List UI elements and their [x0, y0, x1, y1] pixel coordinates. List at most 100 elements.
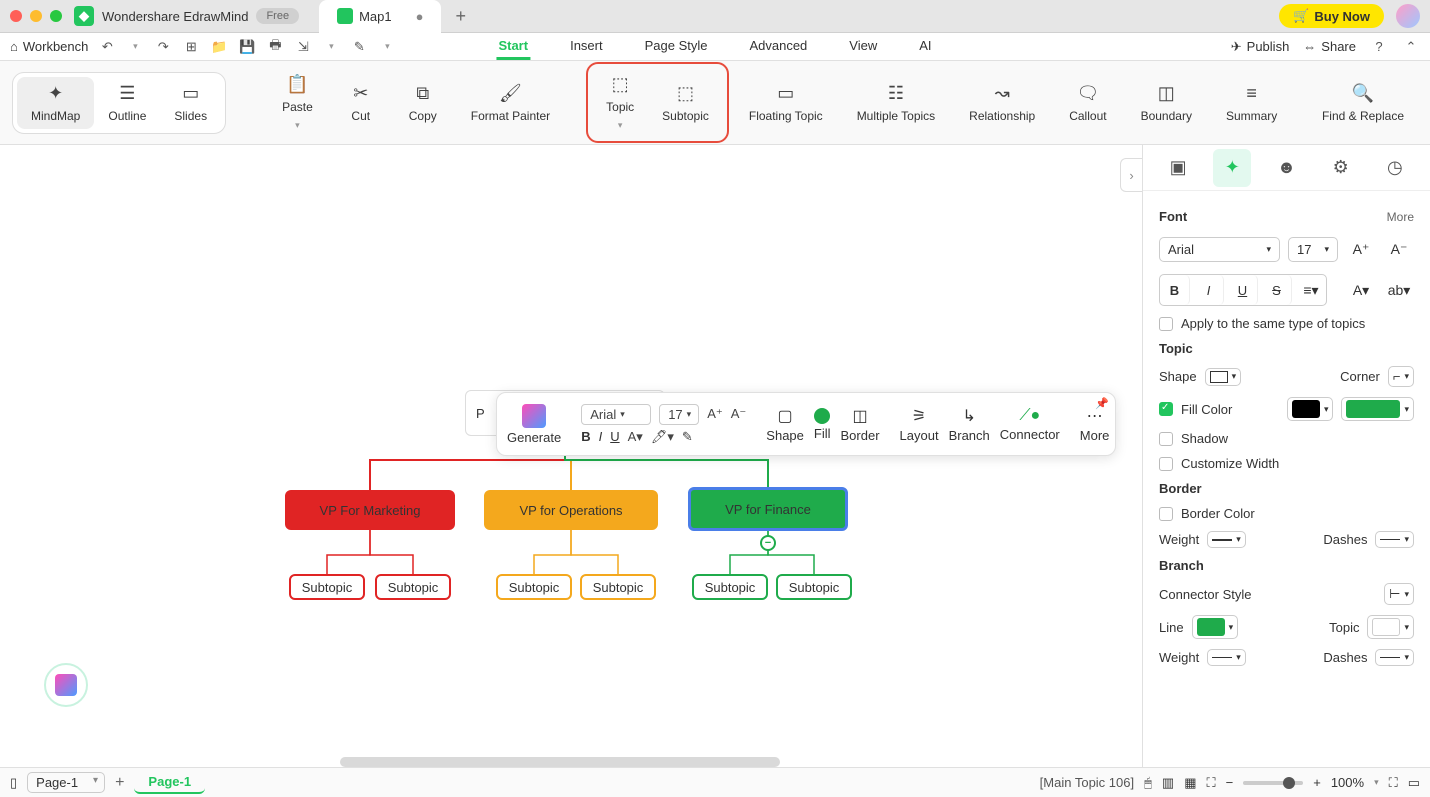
more-arrow-icon[interactable]: ▾ [378, 38, 396, 56]
apply-checkbox[interactable] [1159, 317, 1173, 331]
size-select[interactable]: 17▾ [659, 404, 699, 425]
add-page-button[interactable]: + [115, 774, 124, 792]
case-button[interactable]: ab▾ [1384, 275, 1414, 305]
panel-tab-history[interactable]: ◷ [1376, 149, 1414, 187]
publish-button[interactable]: ✈Publish [1231, 39, 1290, 55]
format-painter-button[interactable]: 🖌Format Painter [457, 77, 564, 129]
decrease-font-icon[interactable]: A⁻ [731, 406, 747, 422]
align-button[interactable]: ≡▾ [1296, 275, 1326, 305]
font-family-select[interactable]: Arial▾ [1159, 237, 1280, 262]
topic-button[interactable]: ⬚Topic▾ [592, 68, 648, 137]
tab-insert[interactable]: Insert [568, 34, 605, 60]
layout-button[interactable]: ⚞Layout [900, 406, 939, 443]
font-color-button[interactable]: A▾ [1346, 275, 1376, 305]
node-vp-finance[interactable]: VP for Finance [688, 487, 848, 531]
tab-page-style[interactable]: Page Style [643, 34, 710, 60]
layout1-icon[interactable]: ▥ [1162, 775, 1174, 791]
canvas-area[interactable]: P VP For Marketing VP for Operations VP … [0, 145, 1142, 767]
panel-tab-outline[interactable]: ▣ [1159, 149, 1197, 187]
shadow-checkbox[interactable] [1159, 432, 1173, 446]
node-vp-operations[interactable]: VP for Operations [484, 490, 658, 530]
save-icon[interactable]: 💾 [238, 38, 256, 56]
corner-select[interactable]: ⌐▾ [1388, 366, 1414, 387]
summary-button[interactable]: ≡Summary [1212, 77, 1291, 129]
bold-icon[interactable]: B [581, 429, 590, 444]
slides-view-button[interactable]: ▭Slides [160, 77, 221, 129]
connector-style-select[interactable]: ⊢▾ [1384, 583, 1414, 605]
page-list-icon[interactable]: ▯ [10, 775, 17, 791]
cut-button[interactable]: ✂Cut [333, 77, 389, 129]
bold-button[interactable]: B [1160, 275, 1190, 305]
branch-topic-select[interactable]: ▾ [1367, 615, 1414, 639]
copy-button[interactable]: ⧉Copy [395, 77, 451, 129]
fillcolor-checkbox[interactable] [1159, 402, 1173, 416]
generate-button[interactable]: Generate [507, 404, 561, 445]
undo-arrow-icon[interactable]: ▾ [126, 38, 144, 56]
boundary-button[interactable]: ◫Boundary [1127, 77, 1206, 129]
font-size-select[interactable]: 17▾ [1288, 237, 1338, 262]
edit-icon[interactable]: ✎ [350, 38, 368, 56]
open-icon[interactable]: 📁 [210, 38, 228, 56]
border-dashes-select[interactable]: ▾ [1375, 531, 1414, 548]
border-button[interactable]: ◫Border [841, 406, 880, 443]
fill-fg-select[interactable]: ▾ [1287, 397, 1334, 421]
redo-icon[interactable]: ↷ [154, 38, 172, 56]
outline-view-button[interactable]: ☰Outline [94, 77, 160, 129]
minimize-panel-icon[interactable]: ▭ [1408, 775, 1420, 791]
subtopic-node[interactable]: Subtopic [496, 574, 572, 600]
font-more-link[interactable]: More [1387, 210, 1414, 224]
buy-now-button[interactable]: 🛒 Buy Now [1279, 4, 1384, 28]
underline-icon[interactable]: U [610, 429, 619, 444]
help-icon[interactable]: ? [1370, 38, 1388, 56]
mindmap-view-button[interactable]: ✦MindMap [17, 77, 94, 129]
new-tab-button[interactable]: + [455, 6, 466, 27]
mouse-icon[interactable]: 🖱 [1144, 775, 1152, 791]
more-button[interactable]: ⋯More [1080, 406, 1110, 443]
print-icon[interactable]: 🖶 [266, 38, 284, 56]
panel-tab-icon[interactable]: ☻ [1267, 149, 1305, 187]
subtopic-button[interactable]: ⬚Subtopic [648, 68, 723, 137]
fit-icon[interactable]: ⛶ [1207, 775, 1216, 791]
new-icon[interactable]: ⊞ [182, 38, 200, 56]
callout-button[interactable]: 🗨Callout [1055, 77, 1120, 129]
font-decrease-icon[interactable]: A⁻ [1384, 234, 1414, 264]
multiple-topics-button[interactable]: ☷Multiple Topics [843, 77, 949, 129]
subtopic-node[interactable]: Subtopic [289, 574, 365, 600]
border-weight-select[interactable]: ▾ [1207, 531, 1246, 548]
tab-start[interactable]: Start [496, 34, 530, 60]
minimize-icon[interactable] [30, 10, 42, 22]
paste-button[interactable]: 📋Paste▾ [268, 68, 327, 137]
branch-dashes-select[interactable]: ▾ [1375, 649, 1414, 666]
workbench-button[interactable]: ⌂ Workbench [10, 39, 88, 54]
shape-button[interactable]: ▢Shape [766, 406, 804, 443]
border-color-checkbox[interactable] [1159, 507, 1173, 521]
subtopic-node[interactable]: Subtopic [375, 574, 451, 600]
undo-icon[interactable]: ↶ [98, 38, 116, 56]
zoom-out-button[interactable]: − [1226, 775, 1234, 790]
page-select[interactable]: Page-1 [27, 772, 105, 793]
pin-icon[interactable]: 📌 [1095, 397, 1109, 410]
zoom-value[interactable]: 100% [1331, 775, 1364, 790]
custom-width-checkbox[interactable] [1159, 457, 1173, 471]
connector-button[interactable]: ⟋●Connector [1000, 407, 1060, 442]
fill-bg-select[interactable]: ▾ [1341, 397, 1414, 421]
add-subtopic-handle[interactable]: − [760, 535, 776, 551]
branch-weight-select[interactable]: ▾ [1207, 649, 1246, 666]
tab-advanced[interactable]: Advanced [747, 34, 809, 60]
subtopic-node[interactable]: Subtopic [580, 574, 656, 600]
layout2-icon[interactable]: ▦ [1184, 775, 1196, 791]
zoom-in-button[interactable]: + [1313, 775, 1321, 790]
subtopic-node[interactable]: Subtopic [776, 574, 852, 600]
panel-tab-settings[interactable]: ⚙ [1322, 149, 1360, 187]
share-button[interactable]: ⇔Share [1303, 39, 1356, 54]
font-increase-icon[interactable]: A⁺ [1346, 234, 1376, 264]
export-arrow-icon[interactable]: ▾ [322, 38, 340, 56]
maximize-icon[interactable] [50, 10, 62, 22]
node-vp-marketing[interactable]: VP For Marketing [285, 490, 455, 530]
font-color-icon[interactable]: A▾ [628, 429, 643, 445]
line-color-select[interactable]: ▾ [1192, 615, 1239, 639]
highlight-icon[interactable]: 🖊▾ [651, 429, 674, 445]
relationship-button[interactable]: ↝Relationship [955, 77, 1049, 129]
document-tab[interactable]: Map1 ● [319, 0, 441, 33]
italic-button[interactable]: I [1194, 275, 1224, 305]
